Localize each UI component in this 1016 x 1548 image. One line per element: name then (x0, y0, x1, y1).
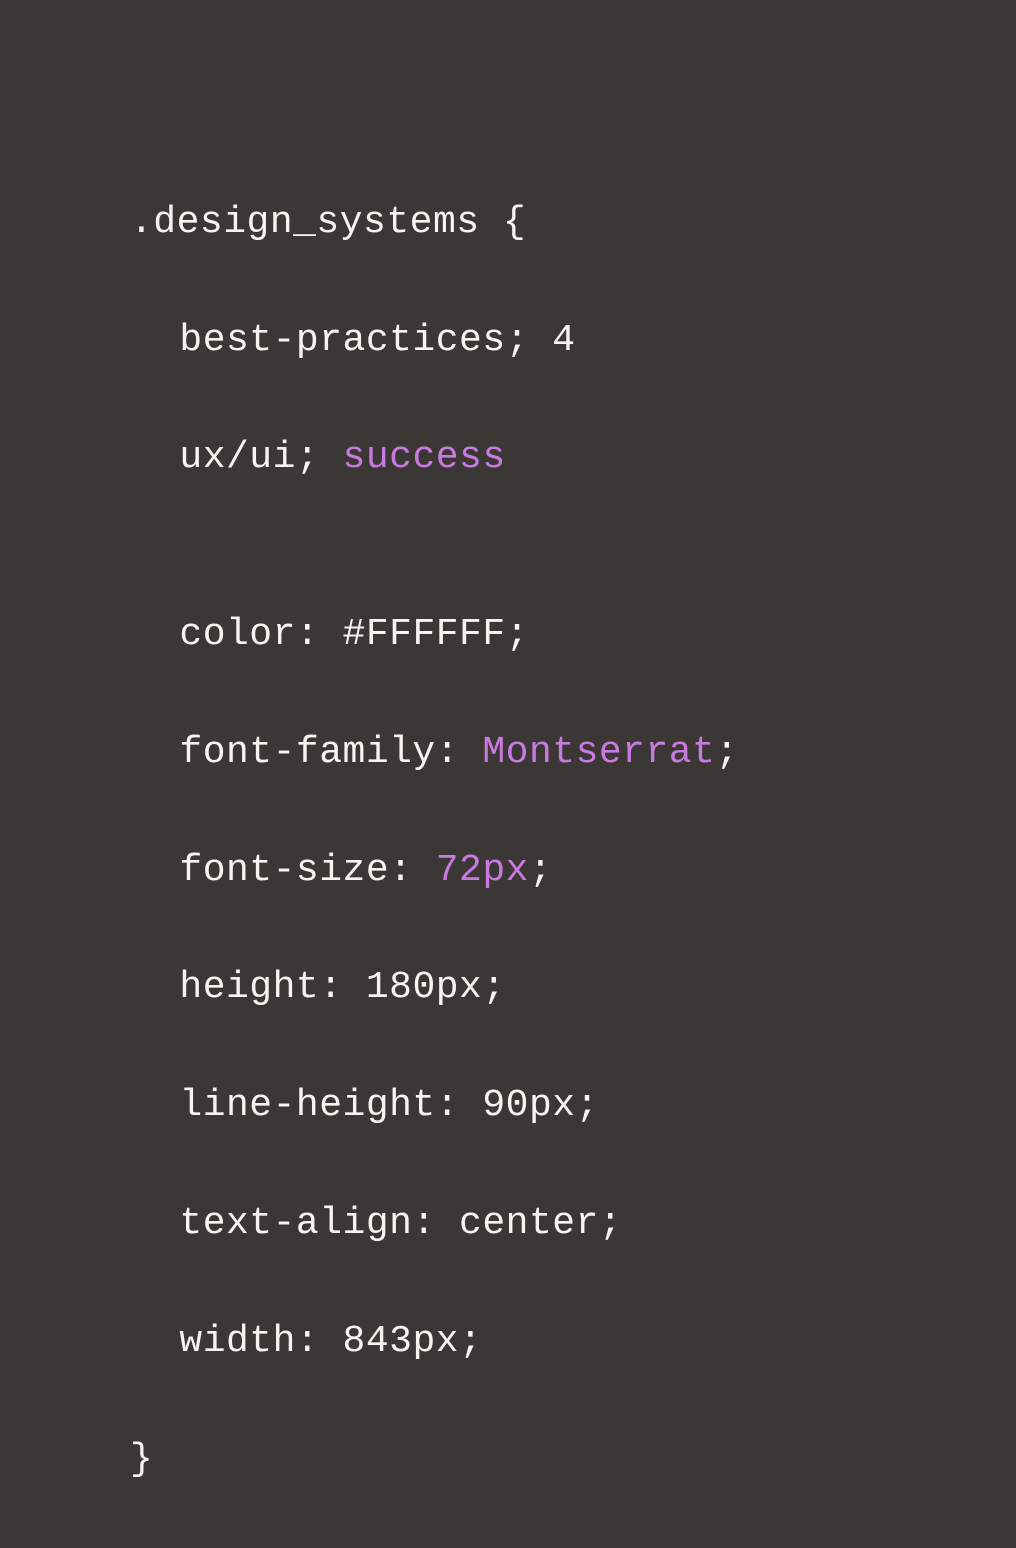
code-prop: ux/ui; (179, 436, 319, 479)
code-prop: text-align: (179, 1202, 435, 1245)
code-val: success (343, 436, 506, 479)
code-line-selector: .design_systems { (130, 194, 1016, 253)
code-prop: line-height: (179, 1084, 459, 1127)
code-prop: width: (179, 1320, 319, 1363)
code-val: center; (459, 1202, 622, 1245)
code-val: 72px (436, 849, 529, 892)
code-val: 90px; (482, 1084, 599, 1127)
code-line-8: text-align: center; (130, 1195, 1016, 1254)
code-prop: font-size: (179, 849, 412, 892)
code-prop: font-family: (179, 731, 459, 774)
code-line-5: font-size: 72px; (130, 842, 1016, 901)
code-prop: height: (179, 966, 342, 1009)
code-block: .design_systems { best-practices; 4 ux/u… (130, 135, 1016, 1548)
code-prop: best-practices; (179, 319, 529, 362)
code-line-2: ux/ui; success (130, 429, 1016, 488)
code-val: 180px; (366, 966, 506, 1009)
code-line-7: line-height: 90px; (130, 1077, 1016, 1136)
code-semi: ; (715, 731, 738, 774)
code-semi: ; (529, 849, 552, 892)
code-line-9: width: 843px; (130, 1313, 1016, 1372)
code-line-close: } (130, 1431, 1016, 1490)
code-line-3: color: #FFFFFF; (130, 606, 1016, 665)
code-line-4: font-family: Montserrat; (130, 724, 1016, 783)
code-val: 4 (552, 319, 575, 362)
code-val: Montserrat (482, 731, 715, 774)
code-line-6: height: 180px; (130, 959, 1016, 1018)
code-val: #FFFFFF; (343, 613, 529, 656)
code-prop: color: (179, 613, 319, 656)
code-val: 843px; (343, 1320, 483, 1363)
code-line-1: best-practices; 4 (130, 312, 1016, 371)
